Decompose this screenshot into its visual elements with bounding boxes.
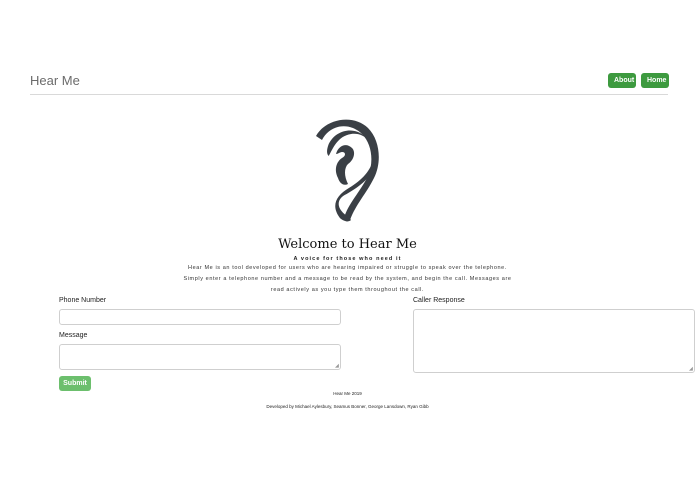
resize-grip-icon[interactable]: ◢	[335, 364, 340, 369]
tagline: A voice for those who need it	[293, 256, 402, 262]
about-button[interactable]: About	[608, 73, 636, 88]
caller-response-label: Caller Response	[413, 297, 465, 304]
home-button[interactable]: Home	[641, 73, 669, 88]
message-textarea[interactable]	[59, 344, 341, 370]
page-title: Welcome to Hear Me	[278, 237, 417, 252]
description-text: Hear Me is an tool developed for users w…	[183, 265, 512, 293]
footer-developers: Developed by Michael Aylesbury, Seamus B…	[266, 404, 429, 409]
submit-button[interactable]: Submit	[59, 376, 91, 391]
navbar: Hear Me About Home	[30, 72, 669, 95]
footer-year: Hear Me 2019	[333, 391, 362, 396]
resize-grip-icon[interactable]: ◢	[689, 367, 694, 372]
caller-response-textarea[interactable]	[413, 309, 695, 373]
phone-number-input[interactable]	[59, 309, 341, 325]
ear-icon	[316, 119, 379, 222]
brand-logo-text[interactable]: Hear Me	[30, 73, 80, 88]
phone-number-label: Phone Number	[59, 297, 107, 304]
message-label: Message	[59, 332, 88, 339]
